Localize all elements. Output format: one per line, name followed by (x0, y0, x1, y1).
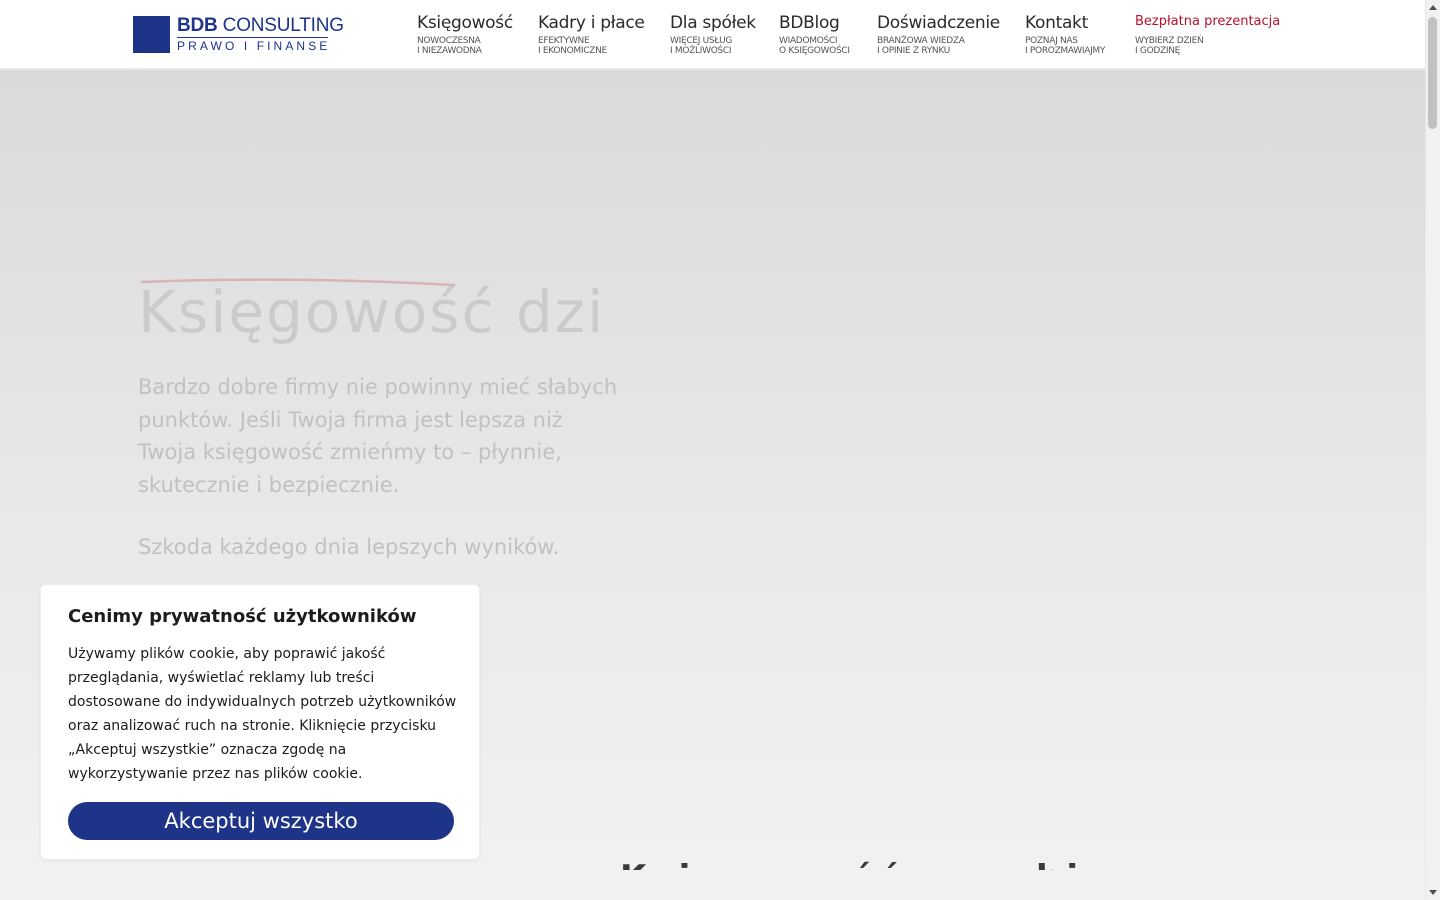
bdb-consulting-logo[interactable]: BDB CONSULTING PRAWO I FINANSE (133, 16, 344, 54)
accept-all-button[interactable]: Akceptuj wszystko (68, 802, 454, 840)
hero-heading-underline (140, 278, 456, 287)
nav-item-subtitle: WIĘCEJ USŁUG I MOŻLIWOŚCI (670, 36, 733, 56)
logo-text: BDB CONSULTING PRAWO I FINANSE (177, 16, 344, 54)
hero-description: Bardzo dobre firmy nie powinny mieć słab… (138, 375, 618, 497)
cookie-consent-dialog: Cenimy prywatność użytkowników Używamy p… (40, 584, 480, 860)
logo-tagline: PRAWO I FINANSE (177, 39, 331, 53)
nav-item-subtitle: BRANŻOWA WIEDZA I OPINIE Z RYNKU (877, 36, 965, 56)
logo-square (133, 16, 170, 53)
nav-item-label: Kontakt (1025, 13, 1088, 33)
section-heading-container: Księgowość z ambicjami (620, 858, 1080, 870)
nav-item-doswiadczenie[interactable]: Doświadczenie BRANŻOWA WIEDZA I OPINIE Z … (877, 12, 1000, 56)
nav-item-subtitle: EFEKTYWNE I EKONOMICZNE (538, 36, 607, 56)
nav-item-label: Księgowość (417, 13, 513, 33)
nav-item-kontakt[interactable]: Kontakt POZNAJ NAS I POROZMAWIAJMY (1025, 12, 1105, 56)
scroll-down-arrow-icon[interactable] (1429, 890, 1437, 895)
nav-item-label: Dla spółek (670, 13, 756, 33)
nav-item-label: Doświadczenie (877, 13, 1000, 33)
nav-item-bdblog[interactable]: BDBlog WIADOMOŚCI O KSIĘGOWOŚCI (779, 12, 850, 56)
nav-item-ksiegowosc[interactable]: Księgowość NOWOCZESNA I NIEZAWODNA (417, 12, 513, 56)
nav-item-label: Kadry i płace (538, 13, 645, 33)
scrollbar-thumb[interactable] (1428, 17, 1437, 129)
nav-item-label: Bezpłatna prezentacja (1135, 14, 1281, 29)
nav-item-subtitle: WIADOMOŚCI O KSIĘGOWOŚCI (779, 36, 850, 56)
nav-item-subtitle: NOWOCZESNA I NIEZAWODNA (417, 36, 482, 56)
nav-item-kadry-i-place[interactable]: Kadry i płace EFEKTYWNE I EKONOMICZNE (538, 12, 645, 56)
site-header: BDB CONSULTING PRAWO I FINANSE Księgowoś… (0, 0, 1425, 69)
cookie-dialog-body: Używamy plików cookie, aby poprawić jako… (68, 646, 457, 782)
logo-wordmark: BDB CONSULTING (177, 15, 344, 36)
logo-divider (177, 37, 328, 38)
scroll-up-arrow-icon[interactable] (1429, 5, 1437, 10)
nav-item-subtitle: POZNAJ NAS I POROZMAWIAJMY (1025, 36, 1106, 56)
cookie-dialog-title: Cenimy prywatność użytkowników (68, 606, 417, 627)
nav-item-subtitle: WYBIERZ DZIEŃ I GODZINĘ (1135, 36, 1204, 56)
nav-item-label: BDBlog (779, 13, 840, 33)
hero-tagline: Szkoda każdego dnia lepszych wyników. (138, 535, 560, 559)
nav-item-dla-spolek[interactable]: Dla spółek WIĘCEJ USŁUG I MOŻLIWOŚCI (670, 12, 756, 56)
nav-item-bezplatna-prezentacja[interactable]: Bezpłatna prezentacja WYBIERZ DZIEŃ I GOD… (1135, 12, 1280, 56)
section-heading: Księgowość z ambicjami (620, 858, 1080, 870)
page-scrollbar[interactable] (1425, 0, 1440, 900)
